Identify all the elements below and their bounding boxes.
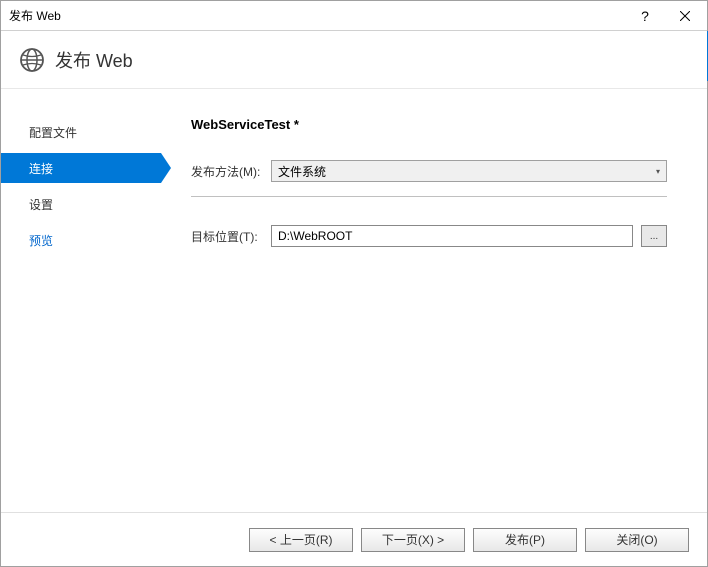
dialog-header: 发布 Web (1, 31, 707, 89)
prev-button[interactable]: < 上一页(R) (249, 528, 353, 552)
dialog-body: 配置文件 连接 设置 预览 WebServiceTest * 发布方法(M): … (1, 89, 707, 512)
sidebar-item-connection[interactable]: 连接 (1, 153, 161, 183)
profile-name: WebServiceTest * (191, 117, 667, 132)
sidebar-item-label: 设置 (29, 196, 53, 213)
dialog-footer: < 上一页(R) 下一页(X) > 发布(P) 关闭(O) (1, 512, 707, 566)
sidebar-item-preview[interactable]: 预览 (1, 225, 161, 255)
select-value: 文件系统 (278, 163, 326, 180)
publish-web-dialog: 发布 Web ? 发布 Web 配置文件 连接 设置 预览 W (0, 0, 708, 567)
sidebar-item-label: 预览 (29, 232, 53, 249)
main-panel: WebServiceTest * 发布方法(M): 文件系统 ▾ 目标位置(T)… (161, 89, 707, 512)
chevron-down-icon: ▾ (656, 167, 660, 176)
sidebar-item-label: 连接 (29, 160, 53, 177)
target-location-row: 目标位置(T): ... (191, 225, 667, 247)
publish-button[interactable]: 发布(P) (473, 528, 577, 552)
sidebar-item-label: 配置文件 (29, 124, 77, 141)
sidebar-item-settings[interactable]: 设置 (1, 189, 161, 219)
target-location-label: 目标位置(T): (191, 228, 271, 245)
close-icon (680, 11, 690, 21)
publish-method-select[interactable]: 文件系统 ▾ (271, 160, 667, 182)
dialog-title: 发布 Web (55, 47, 133, 73)
publish-method-row: 发布方法(M): 文件系统 ▾ (191, 160, 667, 182)
next-button[interactable]: 下一页(X) > (361, 528, 465, 552)
target-location-input[interactable] (271, 225, 633, 247)
publish-method-label: 发布方法(M): (191, 163, 271, 180)
sidebar: 配置文件 连接 设置 预览 (1, 89, 161, 512)
browse-button[interactable]: ... (641, 225, 667, 247)
help-button[interactable]: ? (625, 2, 665, 30)
titlebar: 发布 Web ? (1, 1, 707, 31)
divider (191, 196, 667, 197)
globe-icon (19, 47, 45, 73)
close-button[interactable] (665, 2, 705, 30)
window-title: 发布 Web (9, 7, 625, 24)
sidebar-item-profile[interactable]: 配置文件 (1, 117, 161, 147)
close-button[interactable]: 关闭(O) (585, 528, 689, 552)
